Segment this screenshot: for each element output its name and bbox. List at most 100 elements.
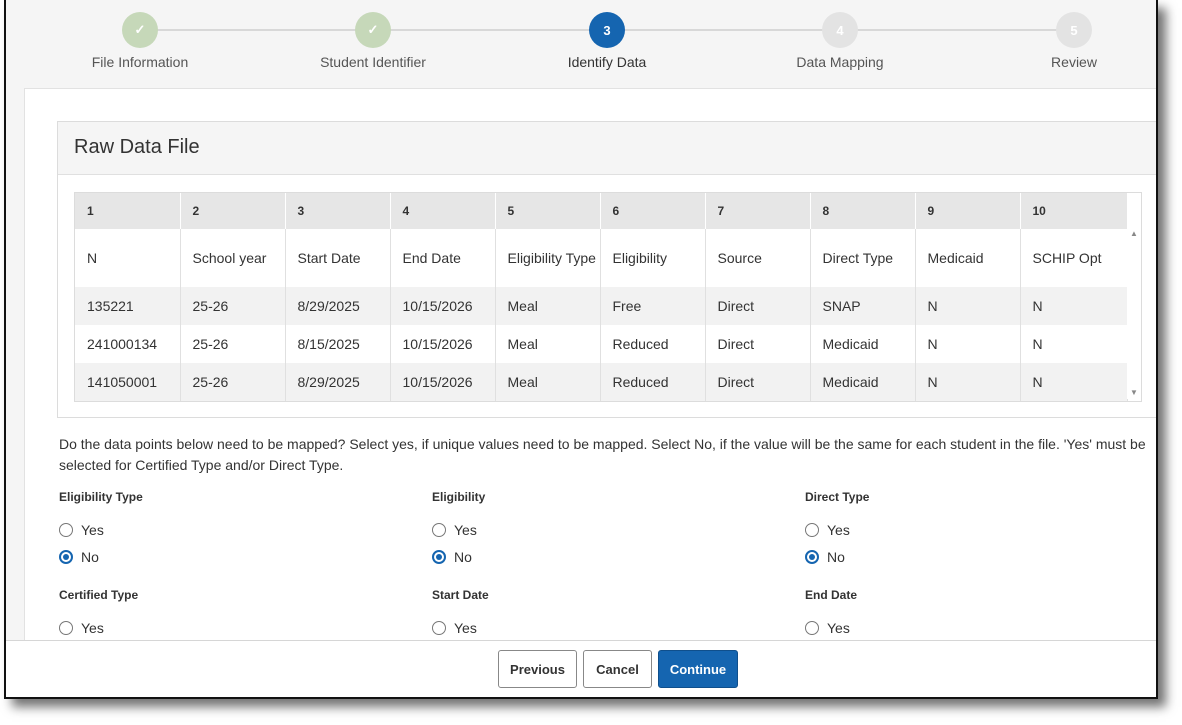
radio-label: Yes [827,521,850,538]
eligibility-no-option[interactable]: No [432,543,732,570]
field-eligibility-type: Eligibility Type Yes No [59,490,359,570]
table-cell: N [915,325,1021,363]
table-cell: End Date [390,229,496,287]
table-cell: 25-26 [180,363,286,401]
certified-type-yes-option[interactable]: Yes [59,614,359,641]
table-cell: Direct [705,287,811,325]
step-student-identifier[interactable]: ✓ Student Identifier [273,12,473,70]
table-cell: Eligibility [600,229,706,287]
table-cell: 8/29/2025 [285,287,391,325]
end-date-yes-option[interactable]: Yes [805,614,1105,641]
column-number: 1 [75,193,181,229]
table-cell: 141050001 [75,363,181,401]
column-number: 3 [285,193,391,229]
table-cell: Meal [495,287,601,325]
step-label: Data Mapping [796,54,884,70]
table-cell: Reduced [600,325,706,363]
table-cell: School year [180,229,286,287]
table-cell: 25-26 [180,287,286,325]
step-review[interactable]: 5 Review [974,12,1156,70]
radio-button-selected[interactable] [432,549,446,564]
table-cell: SNAP [810,287,916,325]
field-title: End Date [805,588,858,602]
raw-data-title: Raw Data File [58,122,1156,175]
step-file-information[interactable]: ✓ File Information [40,12,240,70]
field-title: Direct Type [805,490,870,504]
table-cell: Medicaid [810,363,916,401]
column-number-row: 1 2 3 4 5 6 7 8 9 10 [75,193,1128,229]
table-row: 241000134 25-26 8/15/2025 10/15/2026 Mea… [75,325,1128,363]
raw-data-panel: Raw Data File 1 2 3 4 5 6 7 8 9 10 N Sch… [57,121,1156,418]
radio-button[interactable] [805,522,819,537]
step-label: Review [1051,54,1097,70]
step-number: 4 [822,12,858,48]
radio-label: Yes [454,619,477,636]
start-date-yes-option[interactable]: Yes [432,614,732,641]
table-cell: Eligibility Type [495,229,601,287]
radio-button[interactable] [432,522,446,537]
scroll-down-arrow-icon[interactable]: ▼ [1130,388,1138,397]
direct-type-no-option[interactable]: No [805,543,1105,570]
radio-button[interactable] [805,620,819,635]
radio-label: Yes [81,521,104,538]
radio-label: No [81,548,99,565]
table-cell: Medicaid [915,229,1021,287]
table-cell: N [75,229,181,287]
continue-button[interactable]: Continue [658,650,738,688]
previous-button[interactable]: Previous [498,650,577,688]
table-vertical-scrollbar[interactable]: ▲ ▼ [1127,227,1141,399]
table-cell: SCHIP Opt [1020,229,1128,287]
column-number: 2 [180,193,286,229]
step-label: Student Identifier [320,54,426,70]
table-cell: 241000134 [75,325,181,363]
table-cell: Direct [705,363,811,401]
radio-label: Yes [454,521,477,538]
table-row: 141050001 25-26 8/29/2025 10/15/2026 Mea… [75,363,1128,401]
step-identify-data[interactable]: 3 Identify Data [507,12,707,70]
radio-button[interactable] [59,522,73,537]
table-cell: 10/15/2026 [390,363,496,401]
table-cell: Direct [705,325,811,363]
field-certified-type: Certified Type Yes [59,588,359,641]
field-title: Start Date [432,588,489,602]
field-start-date: Start Date Yes [432,588,732,641]
table-cell: 8/15/2025 [285,325,391,363]
step-label: Identify Data [567,54,647,70]
step-check-icon: ✓ [355,12,391,48]
direct-type-yes-option[interactable]: Yes [805,516,1105,543]
table-cell: N [1020,325,1128,363]
table-cell: Medicaid [810,325,916,363]
radio-label: Yes [827,619,850,636]
step-data-mapping[interactable]: 4 Data Mapping [740,12,940,70]
field-title: Certified Type [59,588,139,602]
table-cell: 25-26 [180,325,286,363]
eligibility-type-yes-option[interactable]: Yes [59,516,359,543]
column-number: 8 [810,193,916,229]
column-number: 6 [600,193,706,229]
radio-button-selected[interactable] [805,549,819,564]
table-cell: N [915,287,1021,325]
column-number: 10 [1020,193,1128,229]
wizard-footer: Previous Cancel Continue [6,640,1156,697]
radio-button-selected[interactable] [59,549,73,564]
field-title: Eligibility [432,490,486,504]
scroll-up-arrow-icon[interactable]: ▲ [1130,229,1138,238]
cancel-button[interactable]: Cancel [583,650,652,688]
radio-button[interactable] [59,620,73,635]
table-cell: Source [705,229,811,287]
field-end-date: End Date Yes [805,588,1105,641]
eligibility-yes-option[interactable]: Yes [432,516,732,543]
table-cell: N [1020,287,1128,325]
table-cell: Direct Type [810,229,916,287]
step-label: File Information [91,54,189,70]
column-number: 9 [915,193,1021,229]
mapping-question: Do the data points below need to be mapp… [59,436,1146,473]
eligibility-type-no-option[interactable]: No [59,543,359,570]
step-number: 5 [1056,12,1092,48]
radio-button[interactable] [432,620,446,635]
field-eligibility: Eligibility Yes No [432,490,732,570]
raw-data-table-container[interactable]: 1 2 3 4 5 6 7 8 9 10 N School year Start… [74,192,1142,402]
table-cell: 10/15/2026 [390,325,496,363]
table-cell: 135221 [75,287,181,325]
table-cell: 8/29/2025 [285,363,391,401]
